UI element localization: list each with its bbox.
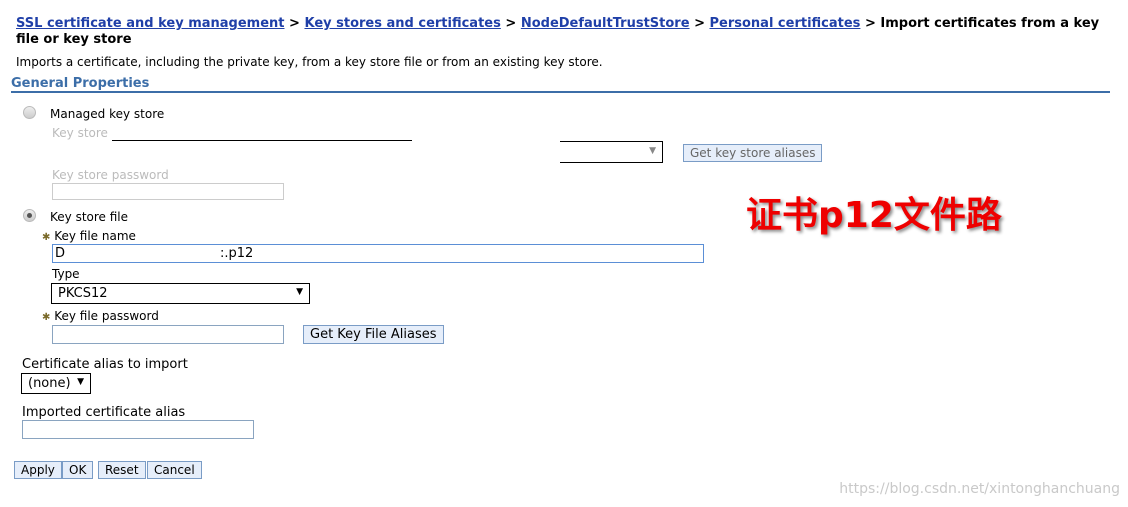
imported-alias-label: Imported certificate alias bbox=[22, 405, 186, 420]
breadcrumb: SSL certificate and key management > Key… bbox=[16, 16, 1100, 47]
imported-alias-input[interactable] bbox=[22, 420, 254, 439]
breadcrumb-link-keystores[interactable]: Key stores and certificates bbox=[304, 16, 500, 31]
key-file-name-input[interactable]: D:.p12 bbox=[52, 244, 704, 263]
key-store-password-input[interactable] bbox=[52, 183, 284, 200]
key-store-file-label: Key store file bbox=[50, 210, 129, 224]
breadcrumb-link-trust-store[interactable]: NodeDefaultTrustStore bbox=[521, 16, 690, 31]
get-key-store-aliases-button[interactable]: Get key store aliases bbox=[683, 144, 823, 162]
breadcrumb-link-personal-certs[interactable]: Personal certificates bbox=[710, 16, 861, 31]
key-store-file-radio[interactable] bbox=[23, 209, 36, 222]
key-file-password-input[interactable] bbox=[52, 325, 284, 344]
key-file-name-label: Key file name bbox=[54, 229, 136, 243]
ok-button[interactable]: OK bbox=[62, 461, 94, 479]
cancel-button[interactable]: Cancel bbox=[147, 461, 202, 479]
managed-key-store-label: Managed key store bbox=[50, 107, 165, 121]
cert-alias-label: Certificate alias to import bbox=[22, 357, 188, 372]
type-label: Type bbox=[52, 267, 80, 281]
breadcrumb-link-ssl[interactable]: SSL certificate and key management bbox=[16, 16, 285, 31]
page-description: Imports a certificate, including the pri… bbox=[16, 55, 603, 69]
cert-alias-select[interactable]: (none) ▼ bbox=[21, 373, 91, 394]
key-store-select-edge bbox=[112, 140, 412, 141]
get-key-file-aliases-button[interactable]: Get Key File Aliases bbox=[303, 325, 444, 344]
reset-button[interactable]: Reset bbox=[98, 461, 146, 479]
managed-key-store-radio[interactable] bbox=[23, 106, 36, 119]
key-store-label: Key store bbox=[52, 126, 108, 140]
chevron-down-icon: ▼ bbox=[77, 377, 84, 387]
key-file-password-label: Key file password bbox=[54, 309, 159, 323]
section-title: General Properties bbox=[11, 76, 150, 91]
watermark: https://blog.csdn.net/xintonghanchuang bbox=[839, 481, 1120, 497]
apply-button[interactable]: Apply bbox=[14, 461, 62, 479]
annotation-text: 证书p12文件路 bbox=[746, 195, 1002, 236]
key-store-select[interactable]: ▼ bbox=[560, 141, 663, 163]
key-store-password-label: Key store password bbox=[52, 168, 169, 182]
required-icon: ✱ Key file password bbox=[42, 309, 159, 323]
section-divider bbox=[11, 91, 1110, 93]
chevron-down-icon: ▼ bbox=[649, 146, 656, 156]
required-icon: ✱ Key file name bbox=[42, 229, 136, 243]
type-select[interactable]: PKCS12 ▼ bbox=[51, 283, 310, 304]
chevron-down-icon: ▼ bbox=[296, 287, 303, 297]
